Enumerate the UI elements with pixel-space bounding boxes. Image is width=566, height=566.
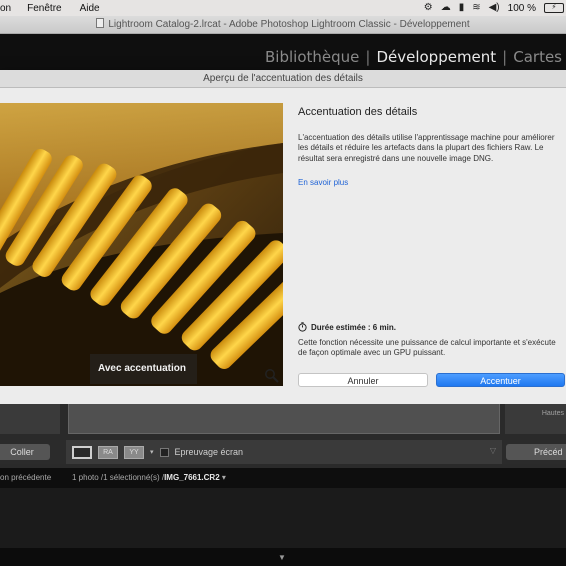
image-area: [68, 404, 500, 434]
battery-icon[interactable]: ⚡: [544, 3, 564, 13]
volume-icon[interactable]: ◀): [489, 0, 500, 16]
previous-import-label[interactable]: on précédente: [0, 468, 51, 488]
before-after-ra-button[interactable]: RA: [98, 445, 118, 459]
dialog-heading: Accentuation des détails: [298, 106, 418, 118]
loupe-view-icon[interactable]: [72, 445, 92, 459]
toolbar-menu-chevron-icon[interactable]: ▽: [490, 446, 496, 455]
estimated-duration: Durée estimée : 6 min.: [298, 322, 396, 332]
module-cartes[interactable]: Cartes: [513, 48, 562, 66]
menu-item-aide[interactable]: Aide: [80, 3, 100, 14]
develop-toolbar: Coller RA YY ▾ Epreuvage écran ▽ Précéd: [0, 440, 566, 464]
left-panel: [0, 404, 60, 434]
window-titlebar: Lightroom Catalog-2.lrcat - Adobe Photos…: [0, 16, 566, 34]
bottom-panel-toggle: ▼: [0, 548, 566, 566]
filename-dropdown-icon[interactable]: ▾: [222, 473, 226, 482]
requirement-text: Cette fonction nécessite une puissance d…: [298, 338, 556, 357]
menu-item-fenetre[interactable]: Fenêtre: [27, 3, 61, 14]
battery-percent: 100 %: [507, 2, 536, 14]
preview-image[interactable]: [0, 103, 283, 386]
bottom-panel-arrow-icon[interactable]: ▼: [278, 553, 286, 562]
paste-button[interactable]: Coller: [0, 444, 50, 460]
toolbar-tools: RA YY ▾ Epreuvage écran ▽: [66, 440, 502, 464]
wifi-icon[interactable]: ≋: [472, 0, 480, 16]
selection-count: 1 photo /1 sélectionné(s) /IMG_7661.CR2 …: [72, 468, 226, 488]
module-bibliotheque[interactable]: Bibliothèque: [265, 48, 359, 66]
module-developpement[interactable]: Développement: [376, 48, 496, 66]
filmstrip-status-bar: on précédente 1 photo /1 sélectionné(s) …: [0, 468, 566, 488]
before-after-yy-button[interactable]: YY: [124, 445, 144, 459]
cloud-upload-icon[interactable]: ☁: [441, 0, 451, 16]
dialog-title: Aperçu de l'accentuation des détails: [0, 70, 566, 88]
menu-item-on[interactable]: on: [0, 3, 11, 14]
duration-label: Durée estimée : 6 min.: [311, 322, 396, 332]
soft-proof-label: Epreuvage écran: [174, 447, 244, 457]
window-title: Lightroom Catalog-2.lrcat - Adobe Photos…: [108, 19, 470, 30]
enhance-details-dialog: Aperçu de l'accentuation des détails Ave…: [0, 70, 566, 404]
chevron-down-icon[interactable]: ▾: [150, 448, 154, 456]
develop-lower-area: Hautes Coller RA YY ▾ Epreuvage écran ▽ …: [0, 404, 566, 566]
menubar-status-area: ⚙ ☁ ▮ ≋ ◀) 100 % ⚡: [424, 0, 564, 16]
right-panel: Hautes: [505, 404, 566, 434]
module-picker: Bibliothèque | Développement | Cartes: [0, 34, 566, 70]
info-panel: Accentuation des détails L'accentuation …: [298, 103, 566, 187]
soft-proof-checkbox[interactable]: [159, 447, 169, 457]
document-icon: [96, 18, 105, 28]
selection-count-text: 1 photo /1 sélectionné(s) /: [72, 473, 165, 482]
zoom-icon[interactable]: [264, 368, 280, 384]
timer-icon: [298, 322, 307, 332]
grid-icon[interactable]: ▮: [459, 0, 465, 16]
filename: IMG_7661.CR2: [164, 473, 220, 482]
preview-label: Avec accentuation: [90, 354, 197, 384]
macos-menubar: on Fenêtre Aide ⚙ ☁ ▮ ≋ ◀) 100 % ⚡: [0, 0, 566, 16]
enhance-button[interactable]: Accentuer: [436, 373, 565, 387]
previous-button[interactable]: Précéd: [506, 444, 566, 460]
dialog-description: L'accentuation des détails utilise l'app…: [298, 133, 555, 163]
module-separator: |: [365, 48, 371, 66]
cancel-button[interactable]: Annuler: [298, 373, 428, 387]
filmstrip[interactable]: [0, 488, 566, 548]
screen: on Fenêtre Aide ⚙ ☁ ▮ ≋ ◀) 100 % ⚡ Light…: [0, 0, 566, 566]
creative-cloud-icon[interactable]: ⚙: [424, 0, 433, 16]
highlights-label: Hautes: [541, 410, 564, 417]
preview-photo: [0, 103, 283, 386]
learn-more-link[interactable]: En savoir plus: [298, 178, 566, 187]
module-separator: |: [502, 48, 508, 66]
